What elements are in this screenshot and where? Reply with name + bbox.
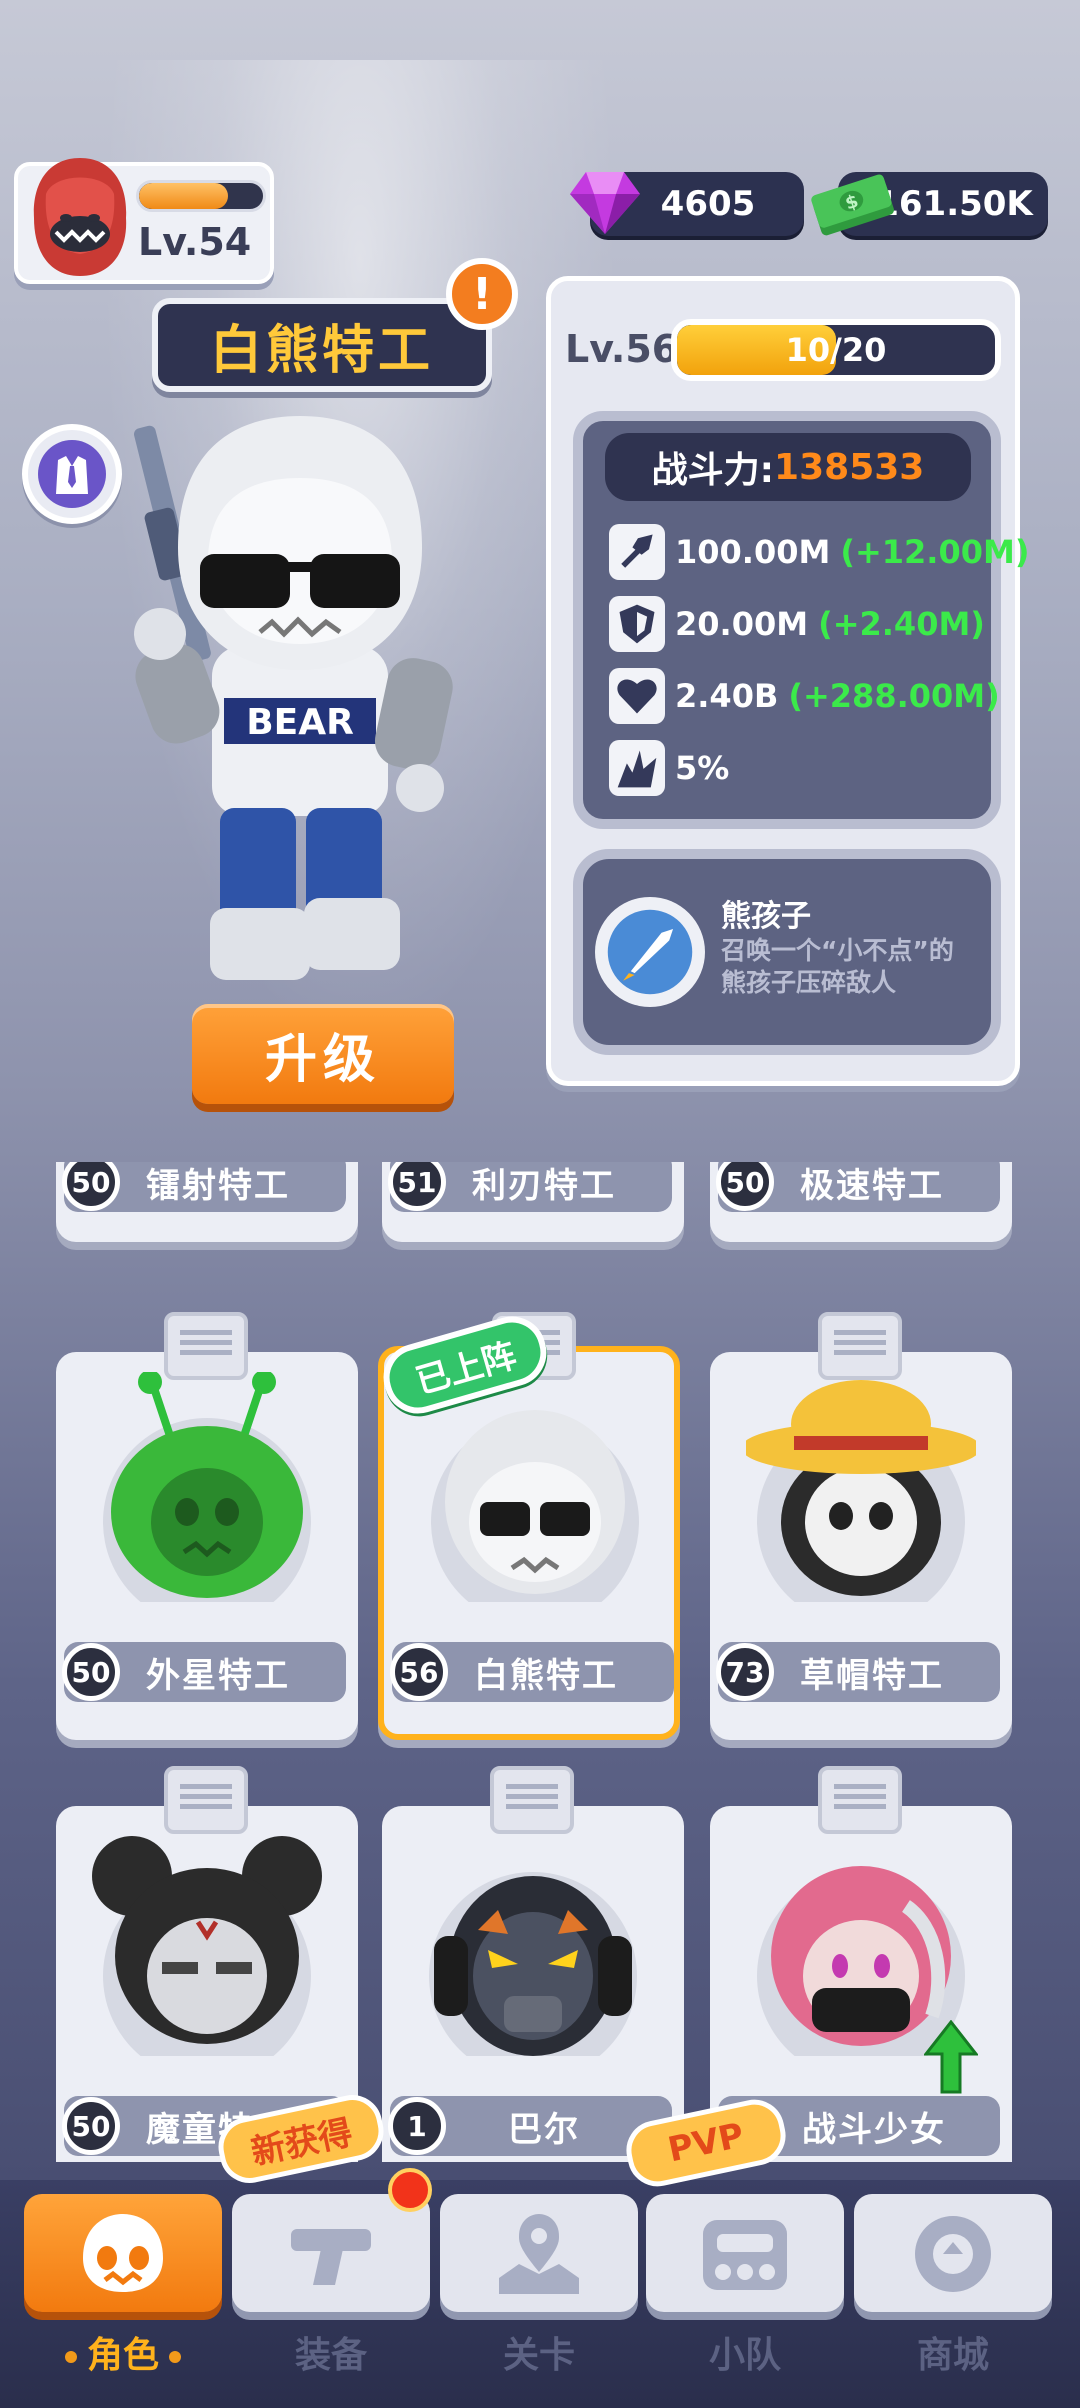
skill-rocket-icon bbox=[595, 897, 705, 1007]
character-grid: 50 镭射特工 51 利刃特工 50 极速特工 50 外星特工 56 白熊特工 … bbox=[0, 1162, 1080, 2162]
tab-stages[interactable] bbox=[440, 2194, 638, 2312]
defense-bonus: (+2.40M) bbox=[818, 605, 985, 643]
card-clip bbox=[818, 1312, 902, 1380]
gem-count: 4605 bbox=[660, 184, 756, 224]
tab-team[interactable] bbox=[646, 2194, 844, 2312]
character-plate: 50 极速特工 bbox=[716, 1162, 1000, 1212]
shop-icon bbox=[915, 2216, 991, 2292]
heart-icon bbox=[609, 668, 665, 724]
character-level: 73 bbox=[716, 1643, 774, 1701]
character-name: 极速特工 bbox=[800, 1165, 944, 1206]
outfit-button[interactable] bbox=[22, 424, 122, 524]
hero-level: Lv.56 bbox=[565, 327, 679, 371]
character-level: 50 bbox=[62, 1162, 120, 1211]
tab-equipment[interactable] bbox=[232, 2194, 430, 2312]
alert-icon[interactable]: ! bbox=[446, 258, 518, 330]
hero-level-progress: 10/20 bbox=[671, 319, 1001, 381]
player-profile[interactable]: Lv.54 bbox=[14, 158, 274, 284]
character-name: 草帽特工 bbox=[800, 1655, 944, 1696]
character-card[interactable]: 50 外星特工 bbox=[56, 1312, 358, 1740]
character-card[interactable]: 50 镭射特工 bbox=[56, 1162, 358, 1242]
defense-stat: 20.00M (+2.40M) bbox=[609, 593, 985, 655]
card-clip bbox=[818, 1766, 902, 1834]
character-level: 50 bbox=[716, 1162, 774, 1211]
attack-bonus: (+12.00M) bbox=[840, 533, 1030, 571]
character-plate: 56 白熊特工 bbox=[390, 1642, 674, 1702]
demon-child-agent-portrait bbox=[92, 1836, 322, 2056]
skill-description: 召唤一个“小不点”的熊孩子压碎敌人 bbox=[721, 936, 954, 997]
team-icon bbox=[703, 2220, 787, 2290]
power-box: 战斗力: 138533 100.00M (+12.00M) 20.00M (+2.40… bbox=[573, 411, 1029, 829]
crit-icon bbox=[609, 740, 665, 796]
cash-icon: $ bbox=[811, 174, 894, 236]
card-clip bbox=[490, 1766, 574, 1834]
attack-value: 100.00M bbox=[675, 533, 831, 571]
hero-stats-panel: Lv.56 10/20 战斗力: 138533 100.00M (+12.00M) … bbox=[546, 276, 1029, 1086]
upgrade-available-arrow-icon bbox=[924, 2020, 978, 2094]
hero-level-progress-text: 10/20 bbox=[785, 331, 887, 369]
upgrade-label: 升级 bbox=[264, 1029, 381, 1090]
character-plate: 50 外星特工 bbox=[62, 1642, 346, 1702]
baal-portrait bbox=[429, 1872, 637, 2056]
hero-name: 白熊特工 bbox=[209, 320, 434, 381]
tab-character-label: 角色 bbox=[24, 2326, 222, 2378]
shirt-icon bbox=[38, 440, 106, 508]
notification-dot bbox=[388, 2168, 432, 2212]
tab-character[interactable] bbox=[24, 2194, 222, 2312]
character-card[interactable]: 73 草帽特工 bbox=[710, 1312, 1012, 1740]
gun-icon bbox=[291, 2229, 371, 2285]
player-avatar bbox=[33, 158, 127, 276]
character-plate: 73 草帽特工 bbox=[716, 1642, 1000, 1702]
character-card[interactable]: 50 极速特工 bbox=[710, 1162, 1012, 1242]
character-plate: 50 镭射特工 bbox=[62, 1162, 346, 1212]
character-name: 利刃特工 bbox=[472, 1165, 616, 1206]
svg-text:BEAR: BEAR bbox=[246, 702, 354, 743]
character-card[interactable]: 51 利刃特工 bbox=[382, 1162, 684, 1242]
tab-stages-label: 关卡 bbox=[502, 2335, 575, 2376]
shield-icon bbox=[609, 596, 665, 652]
tab-equipment-label: 装备 bbox=[294, 2335, 367, 2376]
gem-icon bbox=[570, 172, 640, 234]
defense-value: 20.00M bbox=[675, 605, 809, 643]
health-value: 2.40B bbox=[675, 677, 779, 715]
tab-shop-label: 商城 bbox=[916, 2335, 989, 2376]
card-clip bbox=[164, 1766, 248, 1834]
combat-power: 战斗力: 138533 bbox=[605, 433, 971, 501]
skill-name: 熊孩子 bbox=[721, 899, 811, 934]
character-plate: 51 利刃特工 bbox=[388, 1162, 672, 1212]
character-level: 56 bbox=[390, 1643, 448, 1701]
tab-team-label: 小队 bbox=[708, 2335, 781, 2376]
upgrade-button[interactable]: 升级 bbox=[192, 1004, 454, 1104]
character-level: 51 bbox=[388, 1162, 446, 1211]
player-xp-bar bbox=[136, 180, 266, 212]
health-stat: 2.40B (+288.00M) bbox=[609, 665, 1000, 727]
combat-power-label: 战斗力: bbox=[651, 450, 775, 491]
crit-stat: 5% bbox=[609, 737, 729, 799]
shovel-icon bbox=[609, 524, 665, 580]
card-clip bbox=[164, 1312, 248, 1380]
combat-power-value: 138533 bbox=[774, 446, 925, 488]
character-card[interactable]: 1 巴尔 bbox=[382, 1766, 684, 2162]
character-level: 50 bbox=[62, 2097, 120, 2155]
alien-agent-portrait bbox=[103, 1372, 311, 1602]
character-level: 50 bbox=[62, 1643, 120, 1701]
hero-character: BEAR bbox=[133, 416, 453, 980]
character-name: 白熊特工 bbox=[474, 1655, 618, 1696]
map-pin-icon bbox=[499, 2214, 579, 2294]
skull-icon bbox=[83, 2214, 163, 2292]
attack-stat: 100.00M (+12.00M) bbox=[609, 521, 1029, 583]
health-bonus: (+288.00M) bbox=[788, 677, 1000, 715]
tab-shop[interactable] bbox=[854, 2194, 1052, 2312]
skill-box[interactable]: 熊孩子 召唤一个“小不点”的熊孩子压碎敌人 bbox=[573, 849, 1001, 1055]
white-bear-agent-portrait bbox=[431, 1410, 639, 1602]
straw-hat-agent-portrait bbox=[746, 1380, 976, 1602]
crit-value: 5% bbox=[675, 749, 730, 787]
character-name: 外星特工 bbox=[146, 1655, 290, 1696]
character-level: 1 bbox=[388, 2097, 446, 2155]
character-name: 镭射特工 bbox=[146, 1165, 290, 1206]
hero-name-plate: 白熊特工 bbox=[152, 298, 492, 392]
player-level: Lv.54 bbox=[138, 220, 252, 264]
